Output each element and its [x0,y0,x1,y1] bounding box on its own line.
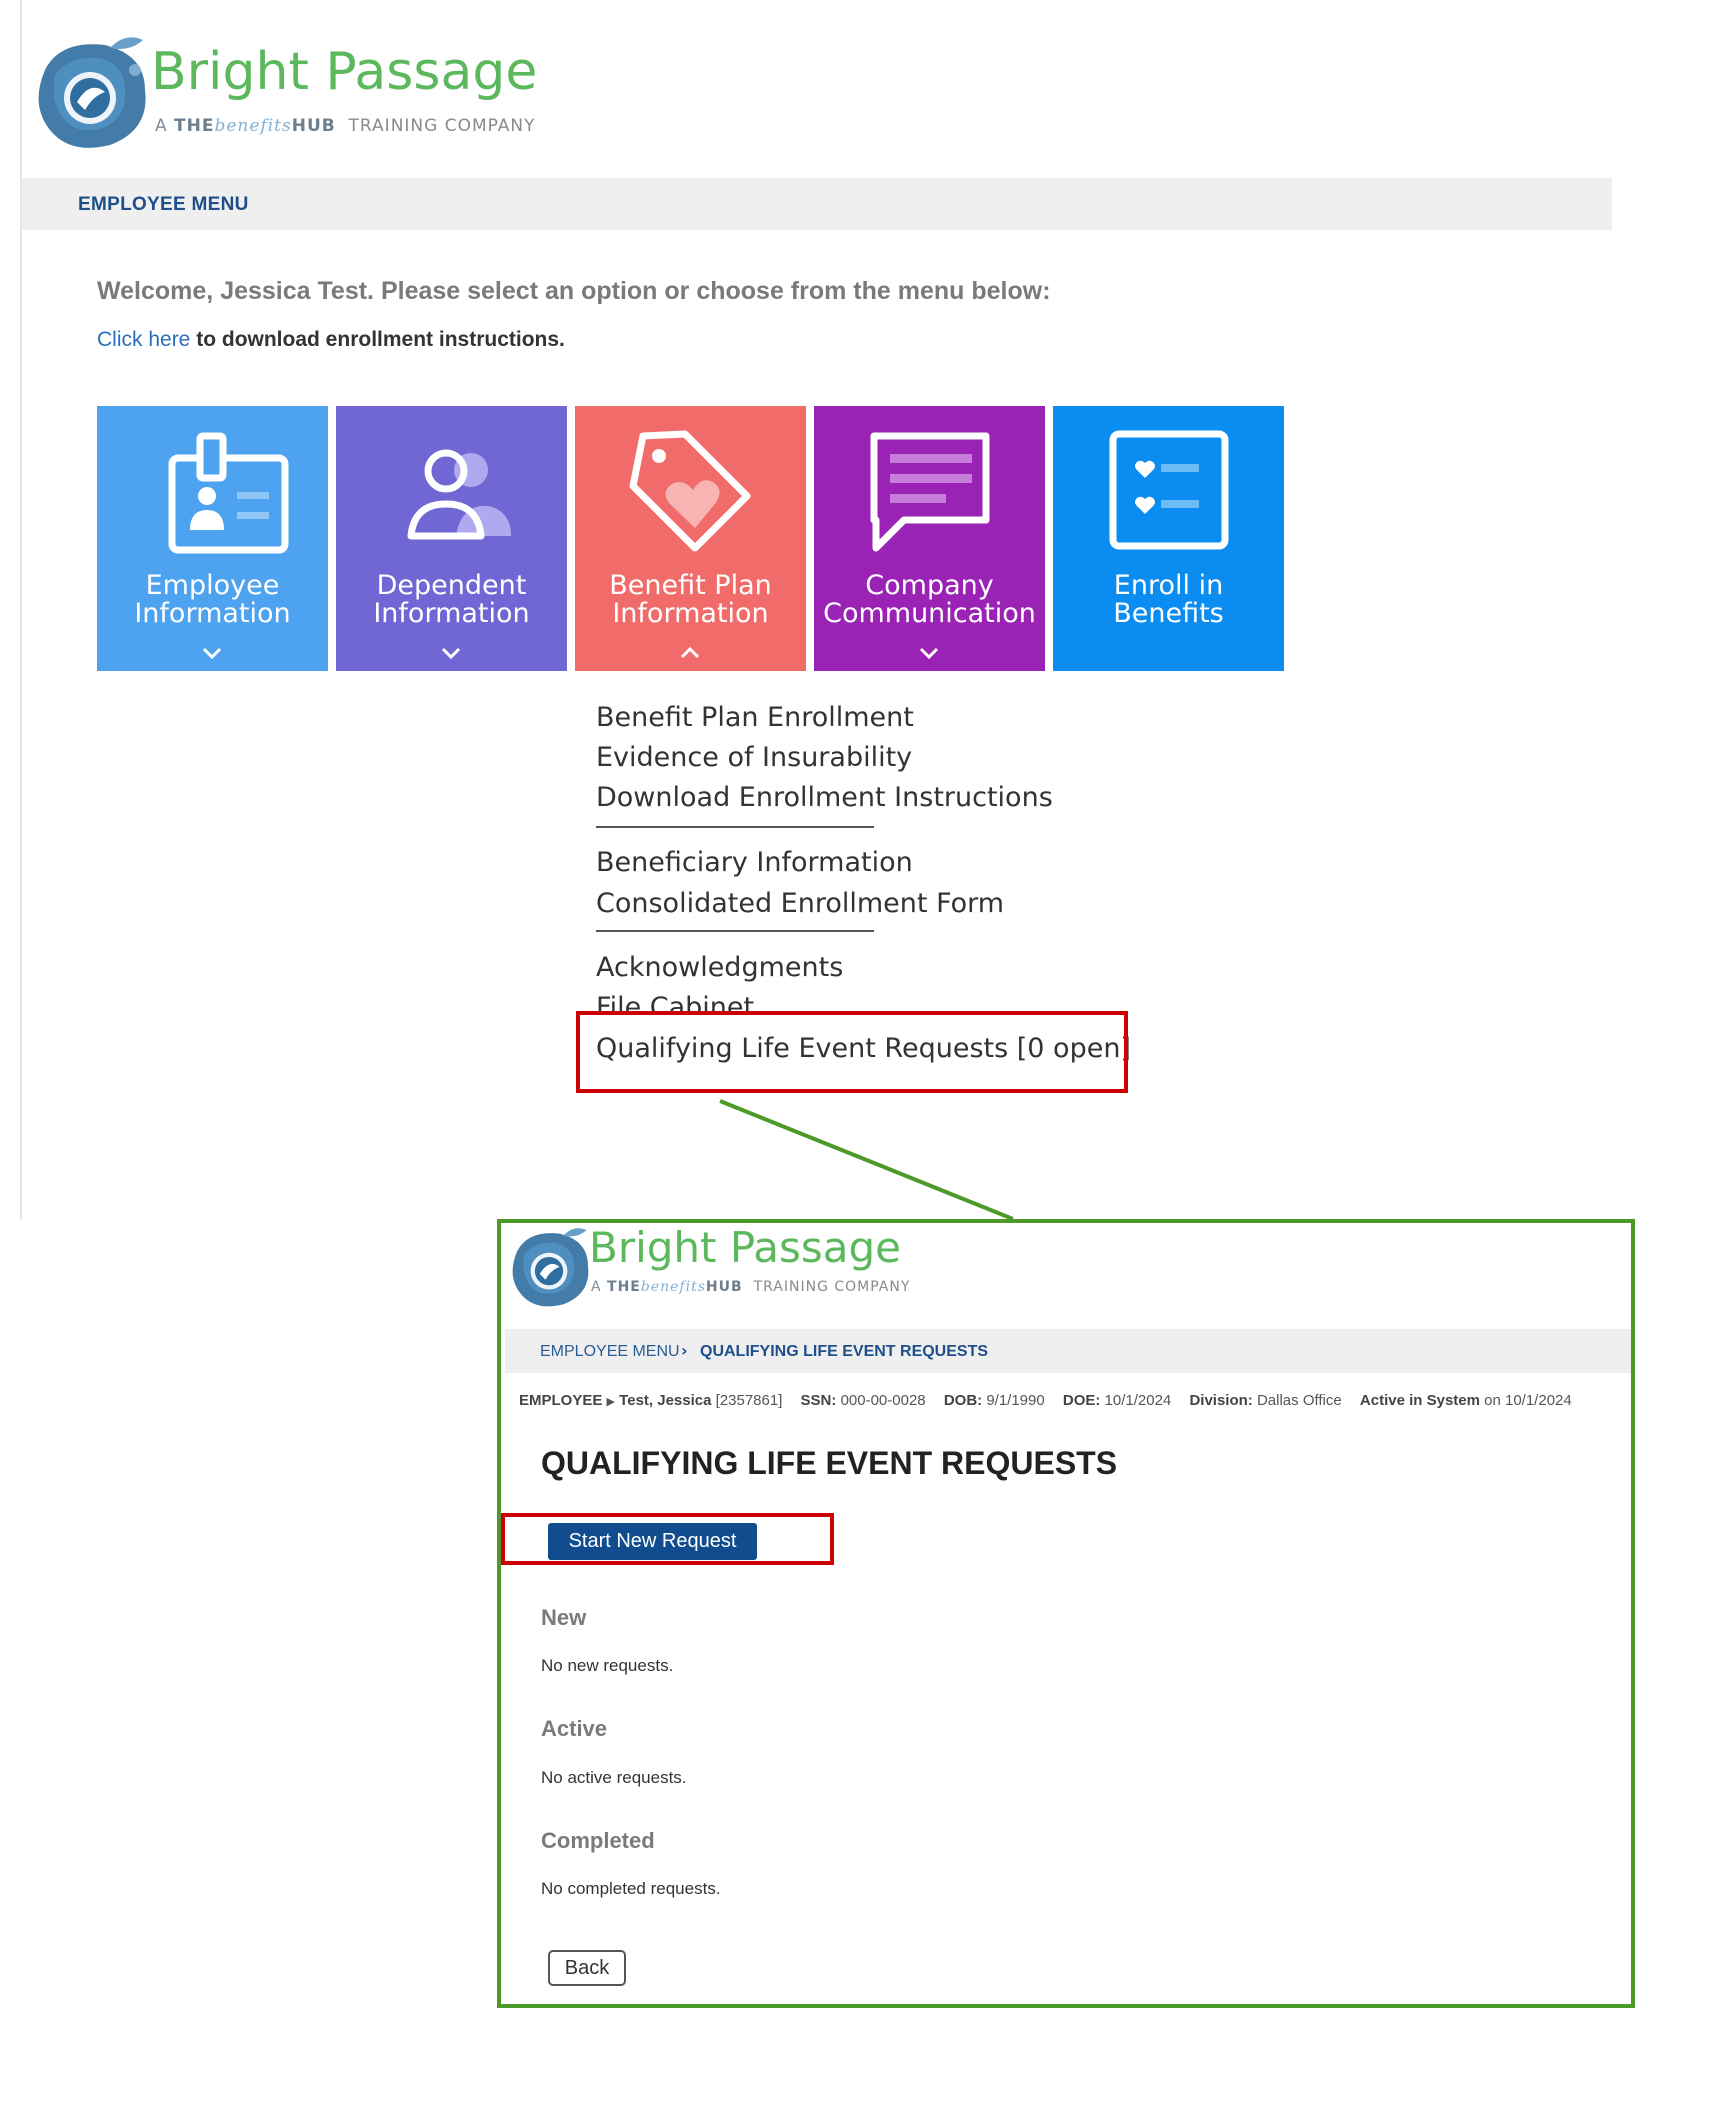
qle-requests-screen: Bright Passage A THEbenefitsHUB TRAINING… [497,1219,1635,2008]
employee-label: EMPLOYEE [519,1392,603,1409]
logo-globe-icon [512,1228,589,1307]
section-text-completed: No completed requests. [541,1879,721,1898]
employee-id: [2357861] [715,1392,783,1409]
section-heading-new: New [541,1605,587,1630]
back-button[interactable]: Back [548,1950,626,1986]
breadcrumb-current: QUALIFYING LIFE EVENT REQUESTS [700,1343,989,1360]
start-request-highlight-box [501,1513,834,1565]
employee-doe: 10/1/2024 [1104,1392,1172,1409]
caret-right-icon: ▶ [606,1396,615,1408]
employee-status: Active in System [1359,1392,1480,1409]
employee-name: Test, Jessica [619,1392,712,1409]
employee-info-bar: EMPLOYEE ▶ Test, Jessica [2357861] SSN: … [519,1392,1572,1409]
breadcrumb-employee-menu[interactable]: EMPLOYEE MENU [540,1343,680,1361]
breadcrumb: EMPLOYEE MENU › QUALIFYING LIFE EVENT RE… [505,1329,1631,1373]
page-title: QUALIFYING LIFE EVENT REQUESTS [541,1445,1118,1481]
logo-tagline: A THEbenefitsHUB TRAINING COMPANY [591,1279,911,1295]
section-heading-completed: Completed [541,1828,655,1853]
section-text-active: No active requests. [541,1768,687,1787]
breadcrumb-chevron-icon: › [681,1341,688,1360]
employee-division: Dallas Office [1256,1392,1342,1409]
section-text-new: No new requests. [541,1656,674,1675]
bright-passage-logo[interactable]: Bright Passage A THEbenefitsHUB TRAINING… [503,1223,963,1323]
employee-dob: 9/1/1990 [986,1392,1045,1409]
employee-ssn: 000-00-0028 [840,1392,926,1409]
section-heading-active: Active [541,1716,608,1741]
logo-name: Bright Passage [589,1223,902,1272]
